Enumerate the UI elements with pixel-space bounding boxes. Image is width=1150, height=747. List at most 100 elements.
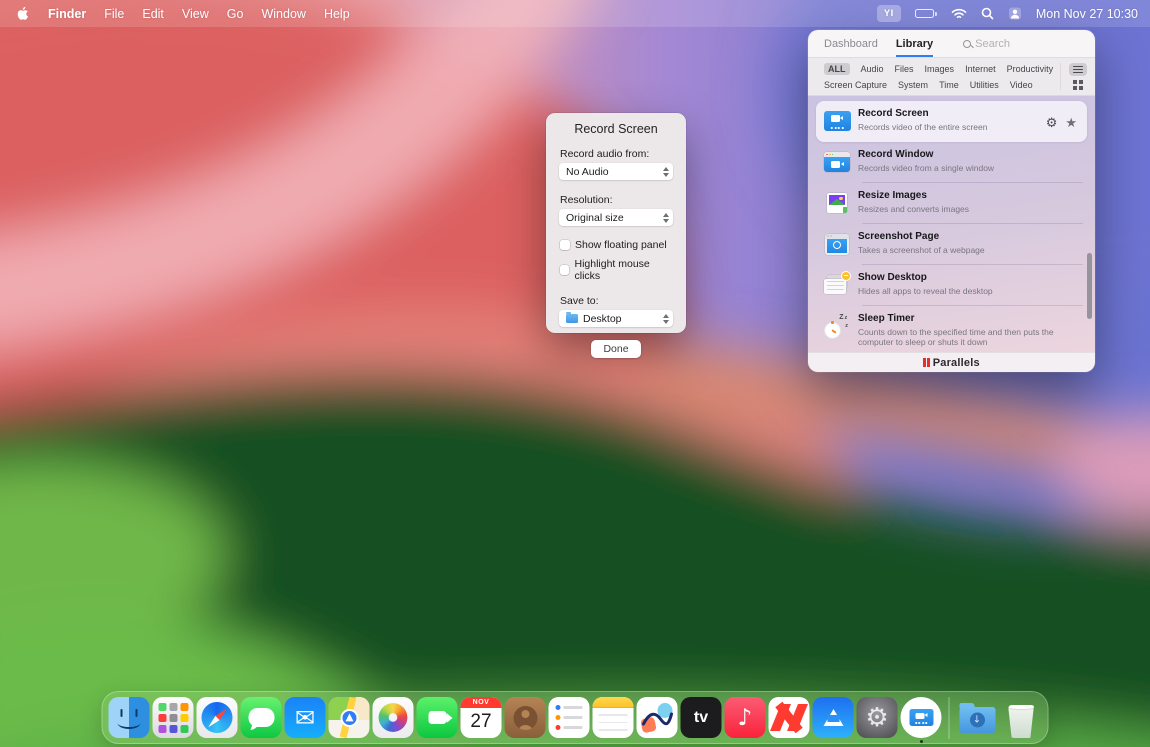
menu-edit[interactable]: Edit (133, 0, 173, 27)
dock-system-settings-icon[interactable]: ⚙ (857, 697, 898, 738)
grid-view-icon[interactable] (1073, 80, 1083, 90)
desktop-folder-icon (566, 314, 578, 323)
menu-window[interactable]: Window (252, 0, 314, 27)
dock-photos-icon[interactable] (373, 697, 414, 738)
menu-help[interactable]: Help (315, 0, 359, 27)
category-system[interactable]: System (898, 80, 928, 90)
category-all[interactable]: ALL (824, 63, 850, 75)
dock-news-icon[interactable] (769, 697, 810, 738)
done-button[interactable]: Done (591, 340, 640, 358)
checkbox-highlight-mouse-clicks[interactable] (560, 265, 569, 275)
resolution-label: Resolution: (560, 194, 672, 206)
dock-music-icon[interactable]: ♪ (725, 697, 766, 738)
tab-library[interactable]: Library (896, 30, 933, 57)
user-switch-icon[interactable] (1008, 7, 1022, 20)
category-time[interactable]: Time (939, 80, 959, 90)
category-images[interactable]: Images (925, 64, 955, 74)
dock-mail-icon[interactable]: ✉ (285, 697, 326, 738)
apple-logo-icon (16, 6, 29, 21)
tool-desc: Counts down to the specified time and th… (858, 327, 1063, 348)
dock-appletv-icon[interactable]: tv (681, 697, 722, 738)
list-view-icon[interactable] (1069, 63, 1087, 76)
tool-title: Screenshot Page (858, 231, 1081, 242)
dock-finder-icon[interactable] (109, 697, 150, 738)
menu-app-name[interactable]: Finder (39, 0, 95, 27)
tool-settings-gear-icon[interactable]: ⚙ (1046, 116, 1058, 129)
category-files[interactable]: Files (895, 64, 914, 74)
tool-row-sleep-timer[interactable]: Zzz Sleep Timer Counts down to the speci… (816, 306, 1087, 352)
menu-file[interactable]: File (95, 0, 133, 27)
audio-select[interactable]: No Audio (559, 163, 673, 180)
tool-text: Screenshot Page Takes a screenshot of a … (858, 230, 1081, 255)
dock-divider (949, 697, 950, 739)
dock-messages-icon[interactable] (241, 697, 282, 738)
dock-appstore-icon[interactable] (813, 697, 854, 738)
tool-row-resize-images[interactable]: Resize Images Resizes and converts image… (816, 183, 1087, 224)
search-input[interactable] (975, 38, 1095, 50)
spotlight-search-icon[interactable] (981, 7, 994, 20)
category-screen-capture[interactable]: Screen Capture (824, 80, 887, 90)
dock: ✉ NOV 27 tv ♪ ⚙ (102, 691, 1049, 744)
tool-text: Sleep Timer Counts down to the specified… (858, 312, 1081, 348)
tool-row-record-window[interactable]: Record Window Records video from a singl… (816, 142, 1087, 183)
dock-calendar-icon[interactable]: NOV 27 (461, 697, 502, 738)
dock-downloads-folder-icon[interactable]: ↓ (957, 697, 998, 738)
folder-shape: ↓ (959, 707, 995, 733)
dock-launchpad-icon[interactable] (153, 697, 194, 738)
tool-text: Resize Images Resizes and converts image… (858, 189, 1081, 214)
save-to-select[interactable]: Desktop (559, 310, 673, 327)
dock-notes-icon[interactable] (593, 697, 634, 738)
category-internet[interactable]: Internet (965, 64, 996, 74)
resolution-select-value: Original size (566, 212, 663, 224)
notes-header (593, 697, 634, 708)
gear-glyph: ⚙ (865, 703, 888, 733)
tool-title: Resize Images (858, 190, 1081, 201)
tool-favorite-star-icon[interactable]: ★ (1065, 116, 1077, 129)
tool-row-show-desktop[interactable]: Show Desktop Hides all apps to reveal th… (816, 265, 1087, 306)
desktop: Finder File Edit View Go Window Help YI (0, 0, 1150, 747)
envelope-glyph: ✉ (295, 704, 315, 732)
dock-contacts-icon[interactable] (505, 697, 546, 738)
tool-title: Sleep Timer (858, 313, 1081, 324)
dock-record-screen-tool-icon[interactable] (901, 697, 942, 738)
scrollbar-thumb[interactable] (1087, 253, 1092, 319)
apple-menu[interactable] (12, 6, 39, 21)
tab-dashboard[interactable]: Dashboard (824, 30, 878, 57)
search-field[interactable] (963, 38, 1095, 50)
resolution-select[interactable]: Original size (559, 209, 673, 226)
wifi-icon[interactable] (951, 8, 967, 20)
battery-cap (935, 12, 937, 16)
dock-trash-icon[interactable] (1001, 697, 1042, 738)
tool-desc: Takes a screenshot of a webpage (858, 245, 1063, 256)
dock-reminders-icon[interactable] (549, 697, 590, 738)
category-audio[interactable]: Audio (861, 64, 884, 74)
dock-freeform-icon[interactable] (637, 697, 678, 738)
save-to-label: Save to: (560, 295, 672, 307)
category-productivity[interactable]: Productivity (1007, 64, 1054, 74)
record-screen-dialog: Record Screen Record audio from: No Audi… (546, 113, 686, 333)
tool-text: Record Window Records video from a singl… (858, 148, 1081, 173)
floating-panel-label: Show floating panel (575, 239, 667, 251)
tool-row-screenshot-page[interactable]: Screenshot Page Takes a screenshot of a … (816, 224, 1087, 265)
dock-facetime-icon[interactable] (417, 697, 458, 738)
checkbox-show-floating-panel[interactable] (560, 240, 570, 250)
dock-safari-icon[interactable] (197, 697, 238, 738)
music-note-glyph: ♪ (738, 705, 753, 731)
highlight-clicks-row: Highlight mouse clicks (560, 258, 673, 282)
dock-maps-icon[interactable] (329, 697, 370, 738)
menu-go[interactable]: Go (218, 0, 253, 27)
parallels-toolbox-menu-icon[interactable]: YI (877, 5, 901, 22)
tool-row-record-screen[interactable]: Record Screen Records video of the entir… (816, 101, 1087, 142)
chevron-updown-icon (663, 167, 669, 177)
download-arrow: ↓ (970, 712, 985, 727)
finder-smile (118, 717, 141, 729)
menu-clock[interactable]: Mon Nov 27 10:30 (1036, 7, 1138, 21)
sleep-timer-tool-icon: Zzz (820, 312, 854, 340)
audio-select-value: No Audio (566, 166, 663, 178)
menu-view[interactable]: View (173, 0, 218, 27)
category-utilities[interactable]: Utilities (970, 80, 999, 90)
category-video[interactable]: Video (1010, 80, 1033, 90)
battery-icon[interactable] (915, 9, 937, 18)
tool-desc: Records video from a single window (858, 163, 1063, 174)
resize-images-tool-icon (820, 189, 854, 217)
